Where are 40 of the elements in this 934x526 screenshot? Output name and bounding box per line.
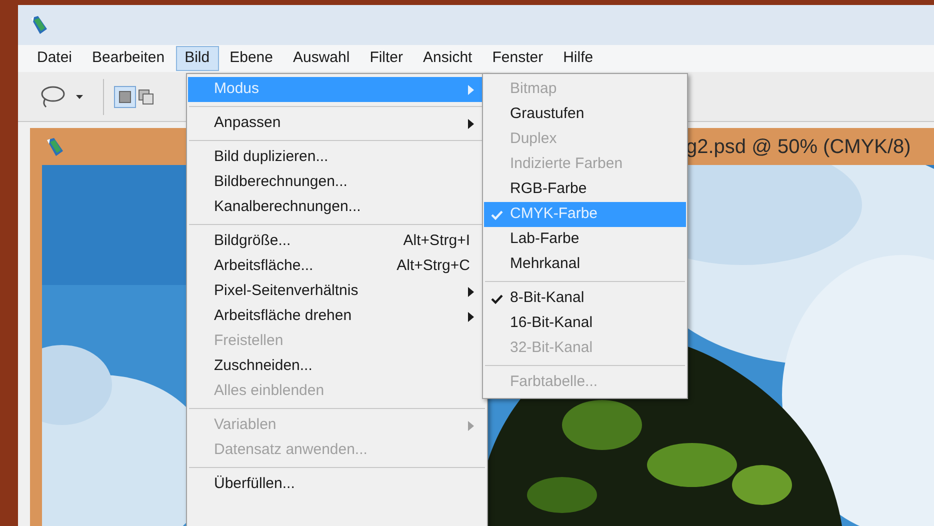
menu-item[interactable]: Lab-Farbe	[484, 227, 686, 252]
submenu-arrow-icon	[468, 118, 474, 128]
document-icon	[44, 136, 66, 158]
add-selection-icon[interactable]	[138, 88, 154, 104]
menu-item[interactable]: Arbeitsfläche... Alt+Strg+C	[188, 254, 486, 279]
menu-bar-item[interactable]: Bild	[176, 46, 219, 71]
menu-item[interactable]: 16-Bit-Kanal	[484, 311, 686, 336]
shortcut-text: Alt+Strg+I	[403, 231, 470, 252]
menu-bar-item[interactable]: Bearbeiten	[83, 46, 174, 71]
app-logo-icon	[28, 14, 50, 36]
document-title: g2.psd @ 50% (CMYK/8)	[686, 134, 911, 160]
menu-bar-item[interactable]: Ebene	[220, 46, 282, 71]
menu-item[interactable]: Graustufen	[484, 102, 686, 127]
check-icon	[491, 294, 503, 304]
menu-item[interactable]: Pixel-Seitenverhältnis	[188, 279, 486, 304]
menu-bar-item[interactable]: Hilfe	[554, 46, 602, 71]
menu-bar-item[interactable]: Filter	[360, 46, 412, 71]
submenu-arrow-icon	[468, 420, 474, 430]
check-icon	[491, 210, 503, 220]
menu-bar-item[interactable]: Ansicht	[414, 46, 482, 71]
menu-item[interactable]: Mehrkanal	[484, 252, 686, 277]
new-selection-button[interactable]	[114, 86, 136, 108]
menu-bar-item[interactable]: Auswahl	[284, 46, 359, 71]
menu-item[interactable]: Arbeitsfläche drehen	[188, 304, 486, 329]
menu-item[interactable]: Bildberechnungen...	[188, 170, 486, 195]
submenu-arrow-icon	[468, 312, 474, 322]
menu-bar-item[interactable]: Fenster	[483, 46, 552, 71]
menu-item[interactable]: Bild duplizieren...	[188, 145, 486, 170]
menu-bar-item[interactable]: Datei	[28, 46, 82, 71]
menu-item[interactable]: Bildgröße... Alt+Strg+I	[188, 229, 486, 254]
menu-item[interactable]: Kanalberechnungen...	[188, 195, 486, 220]
shortcut-text: Alt+Strg+C	[396, 256, 470, 276]
submenu-arrow-icon	[468, 286, 474, 296]
menu-item[interactable]: Anpassen	[188, 111, 486, 136]
menu-item[interactable]: 8-Bit-Kanal	[484, 286, 686, 311]
menu-item[interactable]: Zuschneiden...	[188, 354, 486, 379]
menu-item[interactable]: RGB-Farbe	[484, 177, 686, 202]
submenu-arrow-icon	[468, 84, 474, 94]
menu-item[interactable]: Überfüllen...	[188, 472, 486, 497]
caret-icon[interactable]	[76, 94, 83, 98]
